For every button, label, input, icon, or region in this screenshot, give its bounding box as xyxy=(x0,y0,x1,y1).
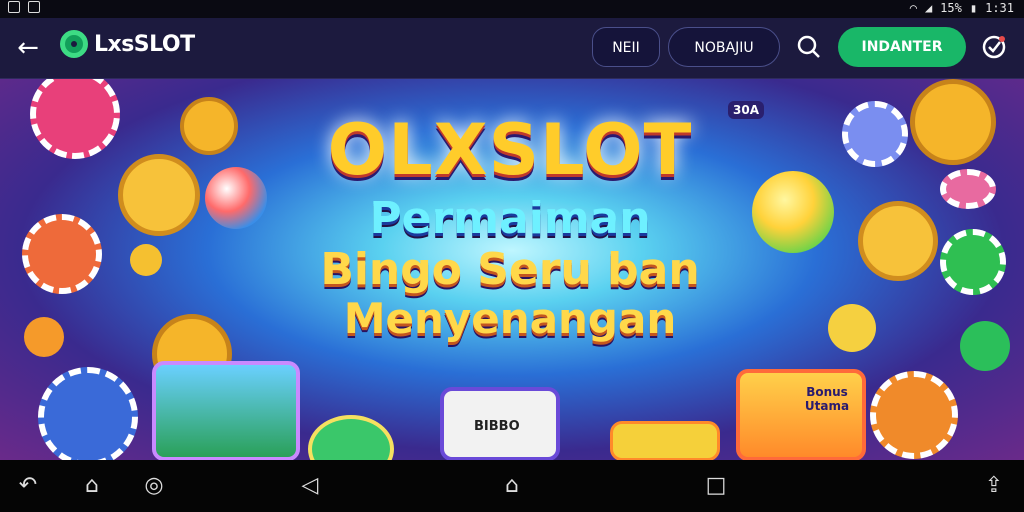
coin-image xyxy=(828,304,876,352)
battery-icon: ▮ xyxy=(969,1,978,15)
neii-button[interactable]: NEII xyxy=(592,27,660,67)
screenshot-icon xyxy=(28,1,40,13)
game-card-playing-cards[interactable]: BIBBO xyxy=(440,387,560,460)
casino-chip-image xyxy=(870,371,958,459)
location-icon[interactable]: ◎ xyxy=(140,472,168,500)
app-bar: ← LxsSLOT NEII NOBAJIU INDANTER xyxy=(0,18,1024,79)
casino-chip-image xyxy=(22,214,102,294)
mascot-image xyxy=(752,171,834,253)
card-text: BIBBO xyxy=(474,419,520,434)
home-outline-icon[interactable]: ⌂ xyxy=(78,472,106,500)
recents-icon[interactable]: □ xyxy=(702,472,730,500)
indanter-button[interactable]: INDANTER xyxy=(838,27,966,67)
casino-chip-image xyxy=(940,169,996,209)
nobajiu-button[interactable]: NOBAJIU xyxy=(668,27,780,67)
game-card-bonus[interactable]: Bonus Utama xyxy=(736,369,866,460)
coin-image xyxy=(24,317,64,357)
coin-image xyxy=(910,79,996,165)
brand-name: LxsSLOT xyxy=(94,31,195,57)
shield-check-icon[interactable] xyxy=(980,34,1008,62)
casino-chip-image xyxy=(38,367,138,460)
banner-title: OLXSLOT xyxy=(327,109,693,191)
notification-icon xyxy=(8,1,20,13)
game-card-bears[interactable] xyxy=(152,361,300,460)
home-icon[interactable]: ⌂ xyxy=(498,472,526,500)
brand-logo[interactable]: LxsSLOT xyxy=(60,30,195,58)
banner-line-2: Bingo Seru ban xyxy=(320,244,700,295)
arrow-left-icon[interactable]: ← xyxy=(12,32,44,64)
share-icon[interactable]: ⇪ xyxy=(980,472,1008,500)
casino-chip-image xyxy=(940,229,1006,295)
search-icon[interactable] xyxy=(795,34,823,62)
coin-image xyxy=(960,321,1010,371)
banner-line-1: Permaiman xyxy=(369,193,651,244)
clock: 1:31 xyxy=(985,1,1014,15)
status-bar: ◠ ◢ 15% ▮ 1:31 xyxy=(0,0,1024,18)
promo-banner[interactable]: 30A OLXSLOT Permaiman Bingo Seru ban Men… xyxy=(0,79,1024,460)
coin-image xyxy=(858,201,938,281)
ball-character-image xyxy=(205,167,267,229)
casino-chip-image xyxy=(30,79,120,159)
card-label: Bonus Utama xyxy=(804,385,850,413)
coin-image xyxy=(130,244,162,276)
coin-image xyxy=(180,97,238,155)
signal-icon: ◢ xyxy=(924,1,933,15)
banner-headline: OLXSLOT Permaiman Bingo Seru ban Menyena… xyxy=(300,109,720,342)
system-nav-bar: ↶ ⌂ ◎ ◁ ⌂ □ ⇪ xyxy=(0,460,1024,512)
wifi-icon: ◠ xyxy=(909,1,917,15)
game-card-bingo[interactable] xyxy=(610,421,720,460)
coin-image xyxy=(308,415,394,460)
logo-icon xyxy=(60,30,88,58)
casino-chip-image xyxy=(842,101,908,167)
undo-icon[interactable]: ↶ xyxy=(14,472,42,500)
back-triangle-icon[interactable]: ◁ xyxy=(296,472,324,500)
battery-level: 15% xyxy=(940,1,962,15)
coin-image xyxy=(118,154,200,236)
badge-label: 30A xyxy=(728,101,764,119)
banner-line-3: Menyenangan xyxy=(343,294,677,343)
